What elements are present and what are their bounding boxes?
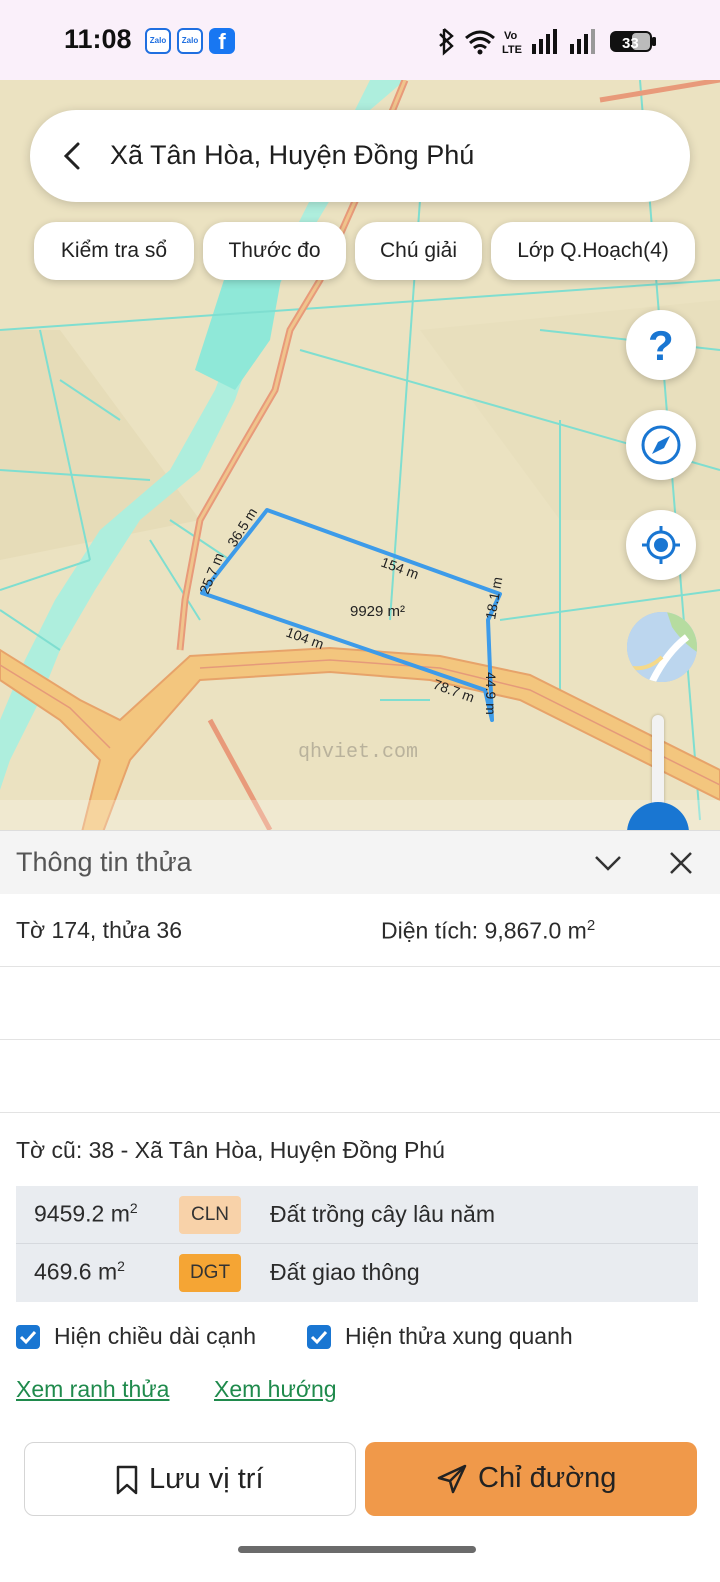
my-location-button[interactable]	[626, 510, 696, 580]
edge-label: 18.1 m	[482, 576, 505, 621]
svg-text:Vo: Vo	[504, 30, 518, 42]
land-use-description: Đất trồng cây lâu năm	[270, 1201, 496, 1227]
save-location-button[interactable]: Lưu vị trí	[24, 1442, 356, 1516]
area-unit-sup: 2	[586, 917, 596, 934]
divider	[0, 1112, 720, 1113]
my-location-icon	[642, 526, 680, 564]
compass-icon	[641, 425, 681, 465]
parcel-area-value: Diện tích: 9,867.0 m	[381, 917, 587, 944]
home-indicator[interactable]	[238, 1546, 476, 1553]
status-icons: Vo LTE 33	[439, 28, 656, 56]
edge-label: 25.7 m	[196, 550, 227, 596]
land-use-code-badge: CLN	[179, 1196, 241, 1234]
svg-text:33: 33	[622, 35, 639, 52]
edge-labels: 154 m 18.1 m 44.9 m 78.7 m 104 m 25.7 m …	[196, 505, 505, 715]
search-bar[interactable]: Xã Tân Hòa, Huyện Đồng Phú	[30, 110, 690, 202]
facebook-icon: f	[209, 28, 235, 54]
bookmark-icon	[116, 1465, 138, 1495]
show-nearby-parcels-label[interactable]: Hiện thửa xung quanh	[345, 1323, 573, 1350]
check-icon	[19, 1330, 37, 1345]
land-use-table: 9459.2 m2 CLN Đất trồng cây lâu năm 469.…	[16, 1186, 698, 1302]
parcel-area: Diện tích: 9,867.0 m2	[381, 917, 595, 945]
show-edge-length-label[interactable]: Hiện chiều dài cạnh	[54, 1323, 256, 1350]
land-use-area: 9459.2 m2	[34, 1200, 138, 1227]
back-arrow-icon[interactable]	[54, 136, 94, 176]
land-use-area: 469.6 m2	[34, 1258, 125, 1285]
zalo-icon: Zalo	[145, 28, 171, 54]
sheet-title: Thông tin thửa	[16, 847, 192, 877]
blank-row	[0, 967, 720, 1039]
compass-button[interactable]	[626, 410, 696, 480]
land-use-code-badge: DGT	[179, 1254, 241, 1292]
volte-icon: Vo LTE	[502, 30, 522, 56]
help-button[interactable]: ?	[626, 310, 696, 380]
close-icon[interactable]	[663, 845, 699, 881]
location-title: Xã Tân Hòa, Huyện Đồng Phú	[110, 140, 475, 170]
chip-planning-layer[interactable]: Lớp Q.Hoạch(4)	[491, 222, 695, 280]
sheet-header: Thông tin thửa	[0, 830, 720, 894]
signal-icon	[570, 29, 595, 54]
status-time: 11:08	[64, 24, 132, 54]
chip-ruler[interactable]: Thước đo	[203, 222, 346, 280]
help-icon: ?	[648, 322, 674, 369]
battery-icon: 33	[610, 31, 656, 52]
map-layer-icon	[627, 612, 697, 682]
view-direction-link[interactable]: Xem hướng	[214, 1376, 337, 1403]
map-layer-button[interactable]	[627, 612, 697, 682]
check-icon	[310, 1330, 328, 1345]
chip-check-book[interactable]: Kiểm tra sổ	[34, 222, 194, 280]
old-sheet-info: Tờ cũ: 38 - Xã Tân Hòa, Huyện Đồng Phú	[16, 1137, 445, 1163]
zalo-icon: Zalo	[177, 28, 203, 54]
svg-text:LTE: LTE	[502, 44, 522, 56]
edge-label: 44.9 m	[483, 672, 499, 715]
show-edge-length-checkbox[interactable]	[16, 1325, 40, 1349]
view-boundary-link[interactable]: Xem ranh thửa	[16, 1376, 169, 1403]
navigation-arrow-icon	[437, 1464, 467, 1494]
signal-icon	[532, 29, 557, 54]
watermark: qhviet.com	[298, 741, 418, 764]
chip-legend[interactable]: Chú giải	[355, 222, 482, 280]
chevron-down-icon[interactable]	[590, 845, 626, 881]
status-bar: 11:08 Zalo Zalo f Vo LTE 33	[0, 0, 720, 80]
directions-label: Chỉ đường	[478, 1462, 617, 1494]
show-nearby-parcels-checkbox[interactable]	[307, 1325, 331, 1349]
directions-button[interactable]: Chỉ đường	[365, 1442, 697, 1516]
svg-text:?: ?	[648, 322, 674, 369]
area-label: 9929 m²	[350, 603, 405, 620]
land-use-description: Đất giao thông	[270, 1259, 420, 1285]
blank-row	[0, 1040, 720, 1112]
land-use-row: 9459.2 m2 CLN Đất trồng cây lâu năm	[16, 1186, 698, 1243]
wifi-icon	[465, 30, 495, 55]
parcel-number: Tờ 174, thửa 36	[16, 917, 183, 943]
save-location-label: Lưu vị trí	[149, 1463, 264, 1495]
land-use-row: 469.6 m2 DGT Đất giao thông	[16, 1244, 698, 1301]
bluetooth-icon	[439, 28, 454, 56]
